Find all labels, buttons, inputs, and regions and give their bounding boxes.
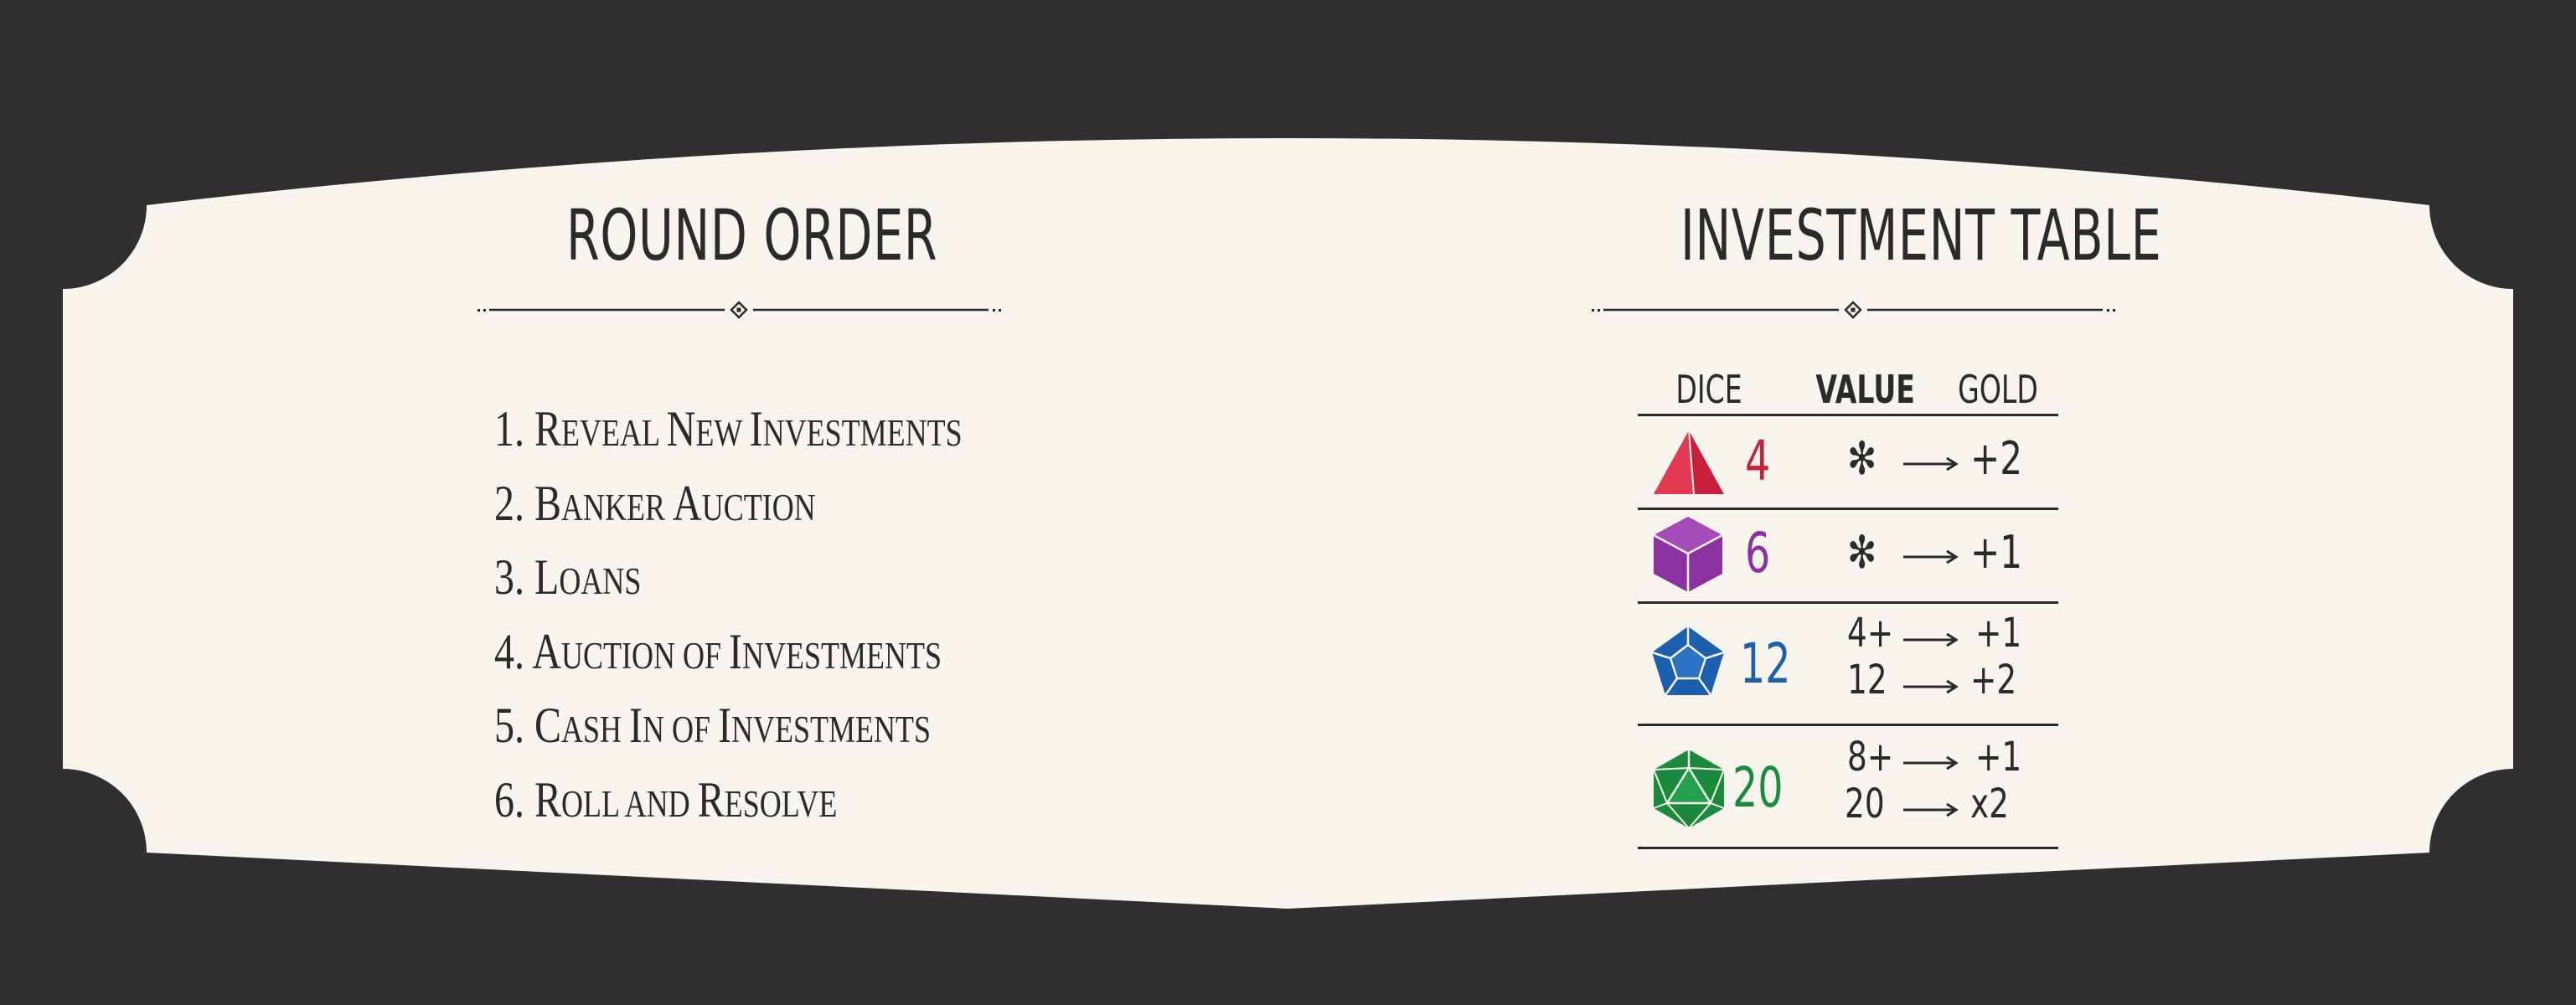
d4-value: ✻	[1847, 432, 1877, 485]
table-divider	[1638, 847, 2058, 849]
d20-value-1: 8+	[1847, 734, 1894, 781]
round-order-title: ROUND ORDER	[566, 194, 938, 276]
d12-gold-1: +1	[1975, 610, 2022, 657]
round-step: 4. AUCTION OF INVESTMENTS	[494, 623, 942, 679]
round-order-divider	[478, 301, 1001, 319]
round-step: 6. ROLL AND RESOLVE	[494, 771, 838, 827]
investment-table-divider	[1592, 301, 2115, 319]
gold-column-header: GOLD	[1958, 367, 2038, 412]
d4-label: 4	[1745, 429, 1771, 493]
d4-icon	[1654, 430, 1724, 495]
round-step: 3. LOANS	[494, 549, 642, 605]
d20-value-2: 20	[1845, 781, 1885, 827]
d20-gold-1: +1	[1975, 734, 2022, 781]
d20-gold-2: x2	[1970, 781, 2009, 827]
d6-value: ✻	[1847, 526, 1877, 579]
arrow-icon	[1903, 549, 1959, 564]
round-step: 2. BANKER AUCTION	[494, 475, 816, 531]
d12-icon	[1651, 626, 1725, 696]
value-column-header: VALUE	[1815, 367, 1915, 412]
arrow-icon	[1903, 802, 1959, 817]
arrow-icon	[1903, 755, 1959, 770]
d20-label: 20	[1732, 755, 1784, 820]
d12-value-2: 12	[1847, 657, 1887, 704]
table-divider	[1638, 414, 2058, 416]
round-order-list: 1. REVEAL NEW INVESTMENTS 2. BANKER AUCT…	[494, 392, 1079, 837]
d6-label: 6	[1745, 521, 1771, 585]
table-divider	[1638, 508, 2058, 510]
d4-gold: +2	[1970, 432, 2023, 485]
card-background	[63, 138, 2513, 909]
d6-gold: +1	[1970, 526, 2023, 579]
round-step: 1. REVEAL NEW INVESTMENTS	[494, 401, 963, 456]
d12-gold-2: +2	[1970, 657, 2017, 704]
arrow-icon	[1903, 632, 1959, 647]
arrow-icon	[1903, 456, 1959, 472]
table-divider	[1638, 601, 2058, 604]
d6-icon	[1653, 517, 1723, 592]
d12-value-1: 4+	[1847, 610, 1894, 657]
dice-column-header: DICE	[1675, 367, 1742, 412]
round-step: 5. CASH IN OF INVESTMENTS	[494, 698, 932, 753]
d20-icon	[1653, 750, 1725, 829]
arrow-icon	[1903, 679, 1959, 694]
d12-label: 12	[1740, 631, 1791, 696]
table-divider	[1638, 724, 2058, 726]
investment-table-title: INVESTMENT TABLE	[1680, 194, 2162, 276]
